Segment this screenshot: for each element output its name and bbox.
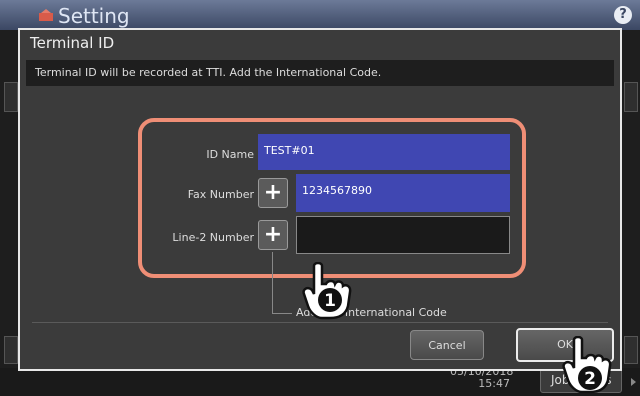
step-1-number: 1	[324, 291, 336, 311]
line2-number-field[interactable]	[296, 216, 510, 254]
pointing-hand-icon: 1	[302, 262, 352, 320]
dialog-divider	[32, 322, 608, 323]
id-name-label: ID Name	[206, 148, 254, 161]
clock-time: 15:47	[478, 377, 510, 390]
fax-add-plus-button[interactable]: +	[258, 178, 288, 208]
background-row	[4, 336, 18, 364]
background-row	[4, 82, 18, 112]
app-header: Setting ?	[0, 0, 640, 30]
dialog-message: Terminal ID will be recorded at TTI. Add…	[26, 60, 614, 86]
callout-line	[272, 313, 292, 314]
line2-number-label: Line-2 Number	[172, 231, 254, 244]
scroll-right-icon[interactable]	[631, 378, 636, 386]
background-row	[624, 82, 638, 112]
id-name-field[interactable]: TEST#01	[258, 134, 510, 170]
setting-app-icon	[39, 9, 53, 21]
step-2-number: 2	[584, 369, 596, 389]
fax-number-field[interactable]: 1234567890	[296, 174, 510, 212]
dialog-title: Terminal ID	[30, 34, 115, 52]
fax-number-label: Fax Number	[187, 188, 254, 201]
cancel-button[interactable]: Cancel	[410, 330, 484, 360]
line2-add-plus-button[interactable]: +	[258, 220, 288, 250]
app-title: Setting	[58, 4, 130, 28]
help-button[interactable]: ?	[614, 6, 632, 24]
pointing-hand-icon: 2	[562, 336, 612, 394]
callout-line	[272, 252, 273, 314]
background-row	[624, 336, 638, 364]
